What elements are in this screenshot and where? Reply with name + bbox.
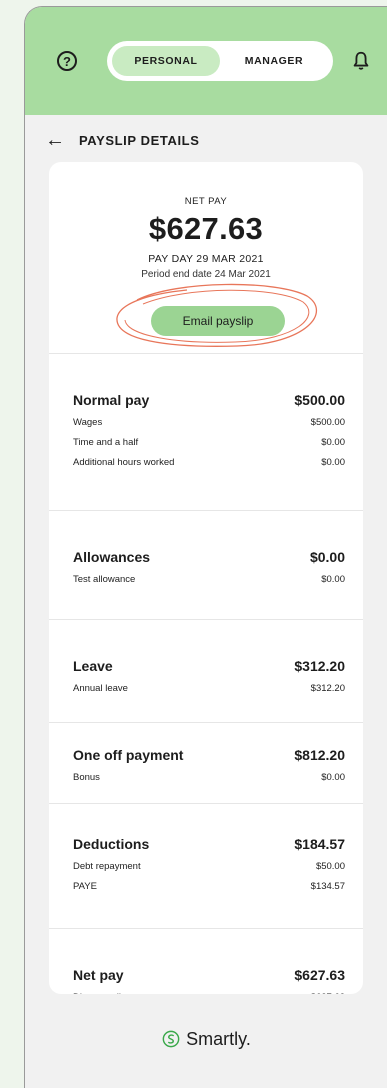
- section-header: Allowances $0.00: [73, 549, 345, 565]
- section-title: Allowances: [73, 549, 151, 565]
- line-item: Time and a half $0.00: [73, 437, 345, 448]
- bell-icon[interactable]: [350, 50, 372, 72]
- line-item-label: Annual leave: [73, 683, 128, 694]
- payslip-summary: NET PAY $627.63 PAY DAY 29 MAR 2021 Peri…: [49, 162, 363, 354]
- line-item: Debt repayment $50.00: [73, 861, 345, 872]
- section-total: $184.57: [294, 836, 345, 852]
- section-normal-pay: Normal pay $500.00 Wages $500.00 Time and a …: [49, 354, 363, 511]
- line-item-value: $0.00: [321, 457, 345, 468]
- period-end-date: Period end date 24 Mar 2021: [141, 269, 271, 280]
- smartly-logo-icon: [162, 1030, 180, 1048]
- section-header: Net pay $627.63: [73, 967, 345, 983]
- line-item-value: $627.63: [311, 992, 345, 994]
- section-header: One off payment $812.20: [73, 747, 345, 763]
- net-pay-label: NET PAY: [184, 196, 228, 207]
- line-item-label: Additional hours worked: [73, 457, 175, 468]
- section-title: One off payment: [73, 747, 184, 763]
- payslip-sections: Normal pay $500.00 Wages $500.00 Time and a …: [49, 354, 363, 994]
- line-item: Annual leave $312.20: [73, 683, 345, 694]
- section-total: $500.00: [294, 392, 345, 408]
- section-title: Deductions: [73, 836, 150, 852]
- section-total: $312.20: [294, 658, 345, 674]
- section-leave: Leave $312.20 Annual leave $312.20: [49, 620, 363, 723]
- back-arrow-icon[interactable]: ←: [45, 130, 67, 150]
- line-item: Test allowance $0.00: [73, 574, 345, 585]
- section-title: Net pay: [73, 967, 124, 983]
- line-item-label: Time and a half: [73, 437, 139, 448]
- line-item-value: $312.20: [310, 683, 345, 694]
- section-title: Normal pay: [73, 392, 150, 408]
- toggle-manager[interactable]: MANAGER: [220, 46, 328, 76]
- help-icon[interactable]: ?: [57, 51, 77, 71]
- pay-day: PAY DAY 29 MAR 2021: [148, 253, 264, 265]
- footer: Smartly.: [25, 1017, 387, 1061]
- line-item: Wages $500.00: [73, 417, 345, 428]
- line-item-value: $50.00: [315, 861, 345, 872]
- line-item-value: $0.00: [321, 437, 345, 448]
- section-header: Normal pay $500.00: [73, 392, 345, 408]
- line-item-label: Test allowance: [73, 574, 136, 585]
- section-title: Leave: [73, 658, 113, 674]
- section-total: $812.20: [294, 747, 345, 763]
- section-header: Leave $312.20: [73, 658, 345, 674]
- line-item-label: PAYE: [73, 881, 97, 892]
- line-item-label: Wages: [73, 417, 103, 428]
- line-item-label: Debt repayment: [73, 861, 141, 872]
- section-deductions: Deductions $184.57 Debt repayment $50.00 PAY…: [49, 804, 363, 929]
- mode-toggle: PERSONAL MANAGER: [107, 41, 333, 81]
- toggle-personal[interactable]: PERSONAL: [112, 46, 220, 76]
- net-pay-amount: $627.63: [148, 211, 264, 246]
- section-header: Deductions $184.57: [73, 836, 345, 852]
- line-item-value: $134.57: [310, 881, 345, 892]
- section-total: $627.63: [294, 967, 345, 983]
- line-item: PAYE $134.57: [73, 881, 345, 892]
- line-item-label: Bonus: [73, 772, 100, 783]
- section-one-off-payment: One off payment $812.20 Bonus $0.00: [49, 723, 363, 804]
- email-payslip-button[interactable]: Email payslip: [151, 306, 285, 336]
- section-allowances: Allowances $0.00 Test allowance $0.00: [49, 511, 363, 620]
- line-item-value: $500.00: [310, 417, 345, 428]
- phone-frame: ? PERSONAL MANAGER ← PAYSLIP DETAILS NET…: [24, 6, 387, 1088]
- payslip-card: NET PAY $627.63 PAY DAY 29 MAR 2021 Peri…: [49, 162, 363, 994]
- titlebar: ← PAYSLIP DETAILS: [25, 117, 387, 163]
- line-item-value: $0.00: [321, 574, 345, 585]
- app-header: ? PERSONAL MANAGER: [25, 7, 387, 115]
- brand-name: Smartly.: [186, 1028, 251, 1049]
- page-title: PAYSLIP DETAILS: [79, 132, 200, 148]
- line-item: Direct credit amount $627.63: [73, 992, 345, 994]
- line-item: Bonus $0.00: [73, 772, 345, 783]
- section-net-pay: Net pay $627.63 Direct credit amount $627.6…: [49, 929, 363, 994]
- section-total: $0.00: [309, 549, 345, 565]
- line-item-value: $0.00: [321, 772, 345, 783]
- line-item: Additional hours worked $0.00: [73, 457, 345, 468]
- line-item-label: Direct credit amount: [73, 992, 158, 994]
